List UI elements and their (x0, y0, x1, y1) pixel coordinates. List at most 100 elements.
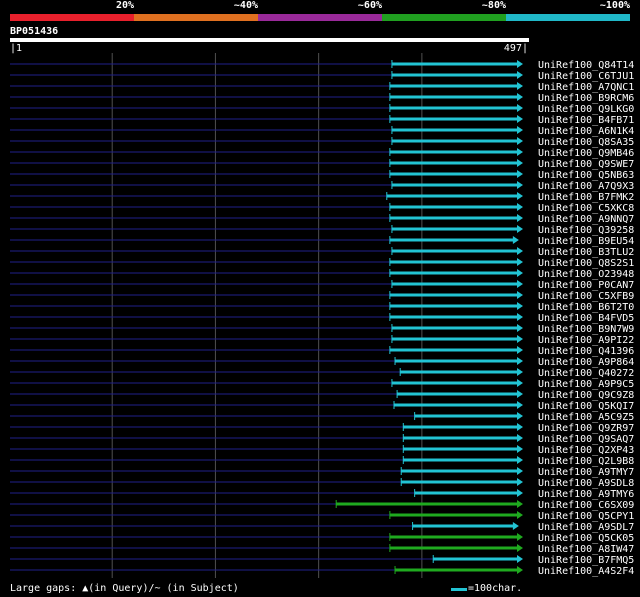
hit-label: UniRef100_B7FMK2 (538, 192, 634, 203)
hit-arrowhead (517, 335, 523, 343)
hit-arrowhead (517, 445, 523, 453)
alignment-plot: UniRef100_Q84T14UniRef100_C6TJU1 UniRef10… (10, 53, 634, 578)
scale-legend: =100char. (468, 583, 523, 594)
hit-label: UniRef100_Q2L9B8 (538, 456, 634, 467)
hit-arrowhead (517, 324, 523, 332)
hit-label: UniRef100_Q5CK05 (538, 533, 634, 544)
hit-label: UniRef100_B4FVD5 (538, 313, 634, 324)
hit-label: UniRef100_Q39258 (538, 225, 634, 236)
hit-arrowhead (517, 544, 523, 552)
hit-arrowhead (517, 313, 523, 321)
hit-arrowhead (517, 159, 523, 167)
query-ruler-bar (10, 38, 529, 42)
hit-label: UniRef100_A9PI22 (538, 335, 634, 346)
query-end-value: 497 (503, 43, 522, 54)
hit-label: UniRef100_A9TMY7 (538, 467, 634, 478)
hit-arrowhead (517, 192, 523, 200)
query-end-label: 497| (503, 43, 528, 54)
identity-color-legend (10, 14, 630, 21)
hit-label: UniRef100_Q84T14 (538, 60, 634, 71)
hit-label: UniRef100_Q9SAQ7 (538, 434, 634, 445)
hit-arrowhead (512, 522, 519, 530)
query-start-label: |1 (10, 43, 23, 54)
hit-arrowhead (517, 434, 523, 442)
hit-label: UniRef100_Q5NB63 (538, 170, 634, 181)
hit-label: UniRef100_B9RCM6 (538, 93, 634, 104)
hit-label: UniRef100_A9P864 (538, 357, 634, 368)
identity-band-40 (134, 14, 258, 21)
hit-arrowhead (517, 291, 523, 299)
hit-arrowhead (517, 60, 523, 68)
hit-label: UniRef100_Q40272 (538, 368, 634, 379)
hit-label: UniRef100_O23948 (538, 269, 634, 280)
hit-label: UniRef100_A4S2F4 (538, 566, 634, 577)
hit-arrowhead (517, 93, 523, 101)
hit-label: UniRef100_C6TJU1 (538, 71, 634, 82)
hit-arrowhead (517, 456, 523, 464)
hit-label: UniRef100_Q5CPY1 (538, 511, 634, 522)
hit-label: UniRef100_C6SX09 (538, 500, 634, 511)
hit-arrowhead (517, 71, 523, 79)
hit-arrowhead (517, 500, 523, 508)
hit-label: UniRef100_Q9C9Z8 (538, 390, 634, 401)
identity-band-100 (506, 14, 630, 21)
hit-label: UniRef100_Q41396 (538, 346, 634, 357)
hit-arrowhead (517, 478, 523, 486)
identity-band-60 (258, 14, 382, 21)
hit-label: UniRef100_A9SDL8 (538, 478, 634, 489)
hit-label: UniRef100_Q9SWE7 (538, 159, 634, 170)
hit-arrowhead (517, 368, 523, 376)
hit-label: UniRef100_A9NNQ7 (538, 214, 634, 225)
identity-label-40: ~40% (233, 0, 258, 11)
hit-arrowhead (517, 566, 523, 574)
query-id: BP051436 (10, 26, 59, 37)
hit-label: UniRef100_Q9LKG0 (538, 104, 634, 115)
hit-label: UniRef100_A7Q9X3 (538, 181, 634, 192)
hit-arrowhead (517, 302, 523, 310)
hit-arrowhead (517, 82, 523, 90)
hit-arrowhead (517, 390, 523, 398)
hit-arrowhead (517, 126, 523, 134)
hit-arrowhead (517, 401, 523, 409)
hit-arrowhead (517, 489, 523, 497)
hit-label: UniRef100_B6T2T0 (538, 302, 634, 313)
hit-arrowhead (517, 346, 523, 354)
hit-arrowhead (517, 467, 523, 475)
hit-arrowhead (517, 269, 523, 277)
hit-arrowhead (517, 412, 523, 420)
hit-label: UniRef100_Q2XP43 (538, 445, 634, 456)
identity-band-20 (10, 14, 134, 21)
hit-arrowhead (517, 115, 523, 123)
identity-label-20: 20% (115, 0, 134, 11)
hit-arrowhead (517, 511, 523, 519)
identity-band-80 (382, 14, 506, 21)
hit-label: UniRef100_Q8S2S1 (538, 258, 634, 269)
hit-label: UniRef100_A8IW47 (538, 544, 634, 555)
hit-arrowhead (517, 203, 523, 211)
hit-arrowhead (517, 379, 523, 387)
hit-label: UniRef100_C5XKC8 (538, 203, 634, 214)
hit-arrowhead (517, 148, 523, 156)
hit-label: UniRef100_B9N7W9 (538, 324, 634, 335)
hit-arrowhead (517, 247, 523, 255)
hit-arrowhead (517, 181, 523, 189)
hit-arrowhead (517, 280, 523, 288)
hit-arrowhead (517, 555, 523, 563)
hit-arrowhead (517, 170, 523, 178)
hit-label: UniRef100_A9SDL7 (538, 522, 634, 533)
hit-arrowhead (517, 214, 523, 222)
hit-label: UniRef100_B9EU54 (538, 236, 634, 247)
hit-label: UniRef100_A5C9Z5 (538, 412, 634, 423)
identity-label-80: ~80% (481, 0, 506, 11)
query-start-value: 1 (16, 43, 23, 54)
hit-label: UniRef100_A6N1K4 (538, 126, 634, 137)
hit-arrowhead (517, 104, 523, 112)
hit-arrowhead (517, 533, 523, 541)
scale-swatch (451, 588, 467, 591)
hit-label: UniRef100_B3TLU2 (538, 247, 634, 258)
hit-arrowhead (512, 236, 519, 244)
hit-label: UniRef100_P0CAN7 (538, 280, 634, 291)
hit-label: UniRef100_Q5KQI7 (538, 401, 634, 412)
identity-label-100: ~100% (599, 0, 630, 11)
hit-label: UniRef100_Q9ZR97 (538, 423, 634, 434)
